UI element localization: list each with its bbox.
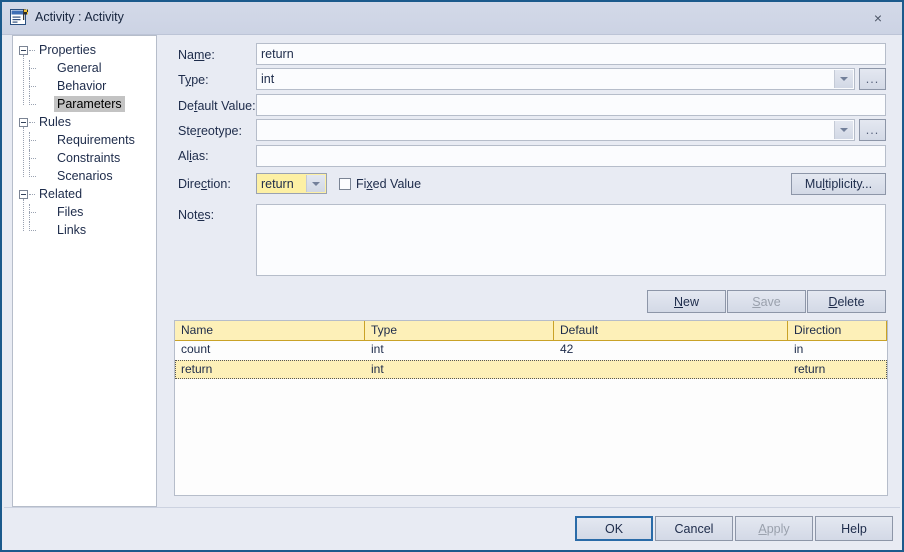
activity-dialog-icon [10, 9, 28, 25]
default-value-label: Default Value: [178, 99, 256, 113]
default-value-input[interactable] [256, 94, 886, 116]
grid-cell: 42 [560, 342, 574, 356]
chevron-down-icon[interactable] [306, 175, 325, 192]
tree-item-label: Related [39, 187, 83, 201]
grid-cell: return [794, 362, 826, 376]
tree-expander-related[interactable] [19, 190, 28, 199]
new-button[interactable]: New [647, 290, 726, 313]
tree-item-label: Requirements [57, 133, 135, 147]
fixed-value-label: Fixed Value [356, 177, 422, 191]
activity-properties-dialog: Activity : Activity × Properties General B… [0, 0, 904, 552]
ellipsis-icon: ... [865, 72, 880, 86]
stereotype-label: Stereotype: [178, 124, 242, 138]
fixed-value-checkbox[interactable]: Fixed Value [339, 177, 421, 191]
direction-label: Direction: [178, 177, 231, 191]
help-button-label: Help [841, 521, 867, 536]
multiplicity-button[interactable]: Multiplicity... [791, 173, 886, 195]
ellipsis-icon: ... [865, 123, 880, 137]
direction-combo-value: return [261, 177, 294, 191]
type-label: Type: [178, 73, 209, 87]
ok-button-label: OK [604, 521, 624, 536]
close-icon[interactable]: × [860, 6, 896, 30]
tree-item-general[interactable]: General [54, 60, 104, 76]
apply-button: Apply [735, 516, 813, 541]
new-button-label: New [673, 294, 699, 309]
notes-label: Notes: [178, 208, 215, 222]
tree-item-constraints[interactable]: Constraints [54, 150, 123, 166]
delete-button-label: Delete [828, 294, 865, 309]
tree-item-related[interactable]: Related [36, 186, 85, 202]
apply-button-label: Apply [758, 521, 790, 536]
tree-item-label: Parameters [54, 96, 125, 112]
multiplicity-button-label: Multiplicity... [804, 177, 873, 191]
help-button[interactable]: Help [815, 516, 893, 541]
grid-column-header[interactable]: Type [365, 321, 554, 340]
tree-item-label: Properties [39, 43, 96, 57]
direction-combo[interactable]: return [256, 173, 327, 194]
grid-header-row: Name Type Default Direction [175, 321, 887, 341]
tree-expander-rules[interactable] [19, 118, 28, 127]
name-input[interactable] [256, 43, 886, 65]
tree-item-rules[interactable]: Rules [36, 114, 74, 130]
save-button: Save [727, 290, 806, 313]
navigation-tree[interactable]: Properties General Behavior Parameters Rules… [12, 35, 157, 507]
window-title: Activity : Activity [35, 10, 124, 24]
tree-item-files[interactable]: Files [54, 204, 86, 220]
cancel-button-label: Cancel [674, 521, 714, 536]
grid-cell: count [181, 342, 211, 356]
grid-column-header[interactable]: Direction [788, 321, 887, 340]
tree-item-behavior[interactable]: Behavior [54, 78, 109, 94]
tree-item-label: Rules [39, 115, 71, 129]
grid-column-header[interactable]: Default [554, 321, 788, 340]
alias-input[interactable] [256, 145, 886, 167]
grid-cell: in [794, 342, 804, 356]
grid-cell: int [371, 342, 384, 356]
delete-button[interactable]: Delete [807, 290, 886, 313]
stereotype-combo[interactable] [256, 119, 855, 141]
tree-item-requirements[interactable]: Requirements [54, 132, 138, 148]
name-label: Name: [178, 48, 215, 62]
grid-cell: return [181, 362, 213, 376]
title-bar: Activity : Activity × [2, 2, 902, 35]
save-button-label: Save [752, 294, 781, 309]
notes-textarea[interactable] [256, 204, 886, 276]
chevron-down-icon[interactable] [834, 121, 853, 139]
tree-item-label: Links [57, 223, 87, 237]
alias-label: Alias: [178, 149, 209, 163]
type-combo[interactable]: int [256, 68, 855, 90]
tree-item-scenarios[interactable]: Scenarios [54, 168, 116, 184]
tree-item-label: Files [57, 205, 84, 219]
checkbox-box-icon [339, 178, 351, 190]
browse-stereotype-button[interactable]: ... [859, 119, 886, 141]
cancel-button[interactable]: Cancel [655, 516, 733, 541]
parameters-grid[interactable]: Name Type Default Direction count int 42 in ret… [174, 320, 888, 496]
ok-button[interactable]: OK [575, 516, 653, 541]
tree-item-label: Constraints [57, 151, 121, 165]
grid-cell [554, 360, 788, 379]
browse-type-button[interactable]: ... [859, 68, 886, 90]
tree-item-label: Scenarios [57, 169, 113, 183]
footer-divider [4, 507, 900, 508]
type-combo-value: int [261, 72, 275, 86]
tree-item-properties[interactable]: Properties [36, 42, 99, 58]
tree-item-label: General [57, 61, 102, 75]
chevron-down-icon[interactable] [834, 70, 853, 88]
grid-cell: int [371, 362, 384, 376]
tree-item-parameters[interactable]: Parameters [54, 96, 125, 112]
table-row[interactable]: return int return [175, 360, 887, 379]
grid-column-header[interactable]: Name [175, 321, 365, 340]
tree-item-label: Behavior [57, 79, 107, 93]
tree-item-links[interactable]: Links [54, 222, 89, 238]
table-row[interactable]: count int 42 in [175, 340, 887, 359]
tree-expander-properties[interactable] [19, 46, 28, 55]
